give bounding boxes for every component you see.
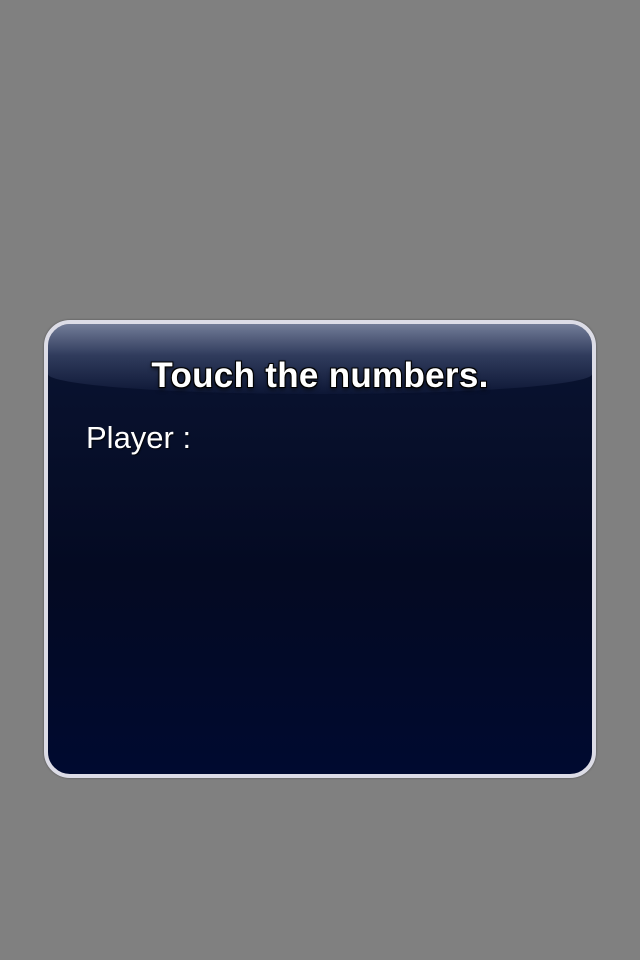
player-row[interactable]: Player :	[86, 420, 195, 456]
dialog-title: Touch the numbers.	[151, 356, 489, 395]
player-label: Player :	[86, 420, 192, 455]
name-entry-dialog: Touch the numbers. Player :	[44, 320, 596, 778]
